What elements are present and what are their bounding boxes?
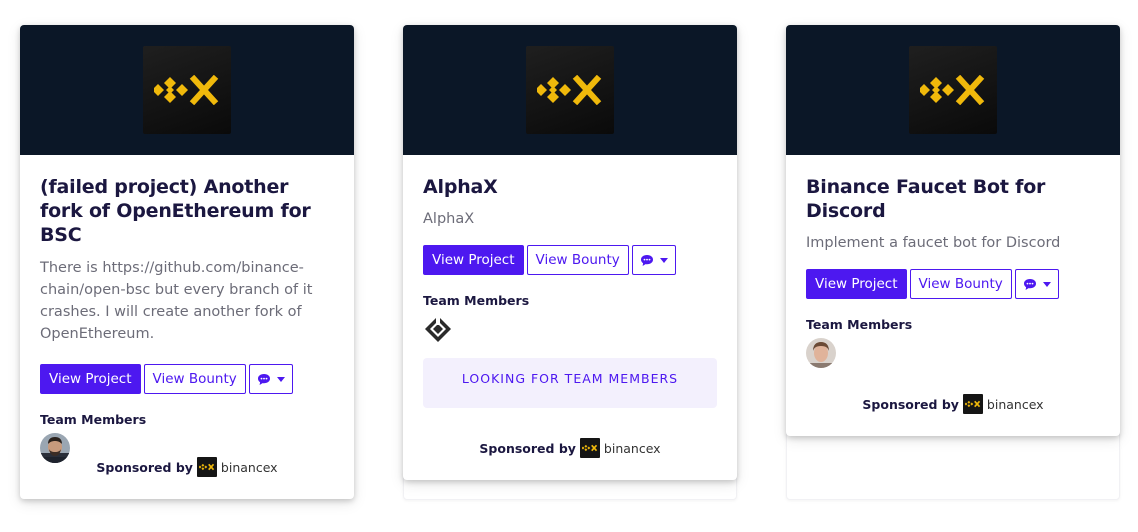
binancex-mini-logo [962, 394, 983, 414]
team-member-avatar[interactable] [423, 314, 453, 344]
card-placeholder [786, 430, 1120, 500]
chat-dropdown-button[interactable] [631, 245, 676, 275]
sponsored-by-label: Sponsored by [862, 396, 959, 412]
view-bounty-button[interactable]: View Bounty [526, 245, 629, 275]
project-title: (failed project) Another fork of OpenEth… [40, 176, 311, 246]
caret-down-icon [659, 257, 668, 263]
project-card[interactable]: AlphaX AlphaX View Project View Bounty T… [403, 25, 737, 480]
view-project-button[interactable]: View Project [423, 245, 524, 275]
sponsor-name[interactable]: binancex [221, 460, 278, 475]
sponsor-name[interactable]: binancex [987, 397, 1044, 412]
project-banner [20, 25, 354, 155]
binancex-logo [909, 46, 997, 134]
binancex-logo [526, 46, 614, 134]
binancex-mini-logo [579, 438, 600, 458]
team-member-avatar[interactable] [806, 338, 836, 368]
sponsored-by: Sponsored by binancex [20, 457, 354, 477]
sponsored-by-label: Sponsored by [479, 440, 576, 456]
sponsored-by: Sponsored by binancex [786, 394, 1120, 414]
view-project-button[interactable]: View Project [806, 269, 907, 299]
project-description: AlphaX [423, 211, 475, 227]
project-description: There is https://github.com/binance-chai… [40, 260, 313, 342]
view-bounty-button[interactable]: View Bounty [909, 269, 1012, 299]
sponsor-name[interactable]: binancex [604, 441, 661, 456]
binancex-logo [143, 46, 231, 134]
project-description: Implement a faucet bot for Discord [806, 235, 1061, 251]
caret-down-icon [1042, 281, 1051, 287]
team-members-label: Team Members [806, 317, 913, 332]
project-card[interactable]: Binance Faucet Bot for Discord Implement… [786, 25, 1120, 436]
caret-down-icon [276, 376, 285, 382]
chat-dropdown-button[interactable] [1014, 269, 1059, 299]
project-banner [403, 25, 737, 155]
chat-bubble-icon [257, 373, 270, 385]
project-card[interactable]: (failed project) Another fork of OpenEth… [20, 25, 354, 499]
looking-for-team-members-banner: LOOKING FOR TEAM MEMBERS [423, 358, 717, 408]
project-title: Binance Faucet Bot for Discord [806, 176, 1046, 222]
team-members-label: Team Members [40, 412, 147, 427]
project-banner [786, 25, 1120, 155]
binancex-mini-logo [196, 457, 217, 477]
view-project-button[interactable]: View Project [40, 364, 141, 394]
project-title: AlphaX [423, 176, 498, 198]
chat-dropdown-button[interactable] [248, 364, 293, 394]
sponsored-by: Sponsored by binancex [403, 438, 737, 458]
sponsored-by-label: Sponsored by [96, 459, 193, 475]
chat-bubble-icon [1023, 278, 1036, 290]
view-bounty-button[interactable]: View Bounty [143, 364, 246, 394]
chat-bubble-icon [640, 254, 653, 266]
team-members-label: Team Members [423, 293, 530, 308]
